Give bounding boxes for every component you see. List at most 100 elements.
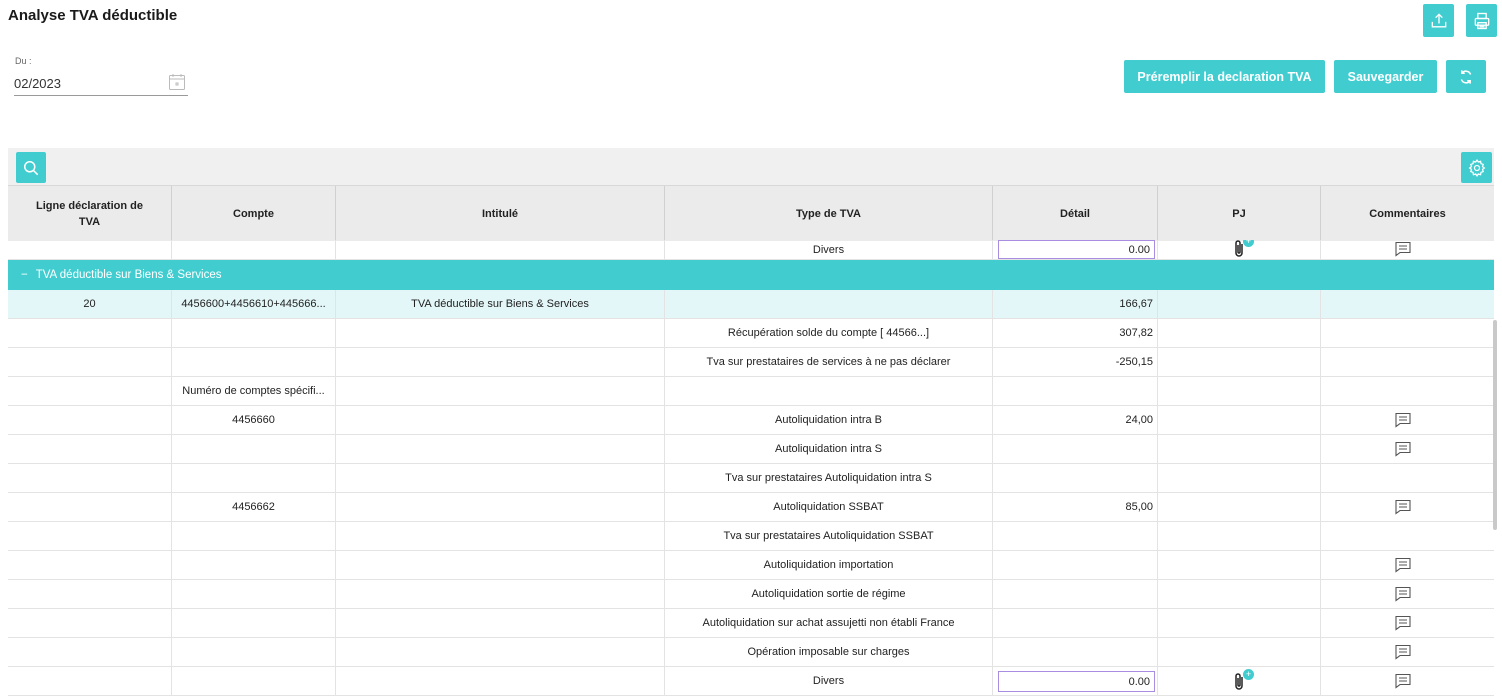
cell-ligne: [8, 435, 172, 463]
refresh-button[interactable]: [1446, 60, 1486, 93]
cell-ligne: [8, 580, 172, 608]
cell-detail: [993, 377, 1158, 405]
group-label: TVA déductible sur Biens & Services: [35, 269, 222, 281]
table-row[interactable]: 4456660 Autoliquidation intra B 24,00: [8, 406, 1494, 435]
cell-compte: [172, 522, 336, 550]
col-header-detail[interactable]: Détail: [993, 186, 1158, 241]
col-header-type[interactable]: Type de TVA: [665, 186, 993, 241]
table-row[interactable]: 4456662 Autoliquidation SSBAT 85,00: [8, 493, 1494, 522]
cell-detail: [993, 522, 1158, 550]
comment-icon[interactable]: [1394, 441, 1412, 457]
save-button[interactable]: Sauvegarder: [1334, 60, 1437, 93]
col-header-pj[interactable]: PJ: [1158, 186, 1321, 241]
comment-icon[interactable]: [1394, 644, 1412, 660]
cell-type: Autoliquidation intra S: [665, 435, 993, 463]
cell-intitule: [336, 348, 665, 376]
cell-compte: Numéro de comptes spécifi...: [172, 377, 336, 405]
cell-detail: [993, 609, 1158, 637]
col-header-intitule[interactable]: Intitulé: [336, 186, 665, 241]
print-button[interactable]: [1466, 4, 1497, 37]
table-row[interactable]: Autoliquidation intra S: [8, 435, 1494, 464]
detail-input[interactable]: 0.00: [998, 671, 1155, 692]
table-row[interactable]: Autoliquidation sur achat assujetti non …: [8, 609, 1494, 638]
table-row[interactable]: 20 4456600+4456610+445666... TVA déductibl…: [8, 290, 1494, 319]
cell-intitule: [336, 609, 665, 637]
cell-compte: [172, 551, 336, 579]
group-row[interactable]: − TVA déductible sur Biens & Services: [8, 260, 1494, 290]
cell-pj: [1158, 435, 1321, 463]
cell-intitule: [336, 493, 665, 521]
cell-pj: [1158, 319, 1321, 347]
cell-pj: [1158, 348, 1321, 376]
cell-intitule: [336, 406, 665, 434]
table-row[interactable]: Tva sur prestataires de services à ne pa…: [8, 348, 1494, 377]
table-row[interactable]: Divers 0.00 +: [8, 240, 1494, 260]
cell-compte: [172, 348, 336, 376]
vertical-scrollbar[interactable]: [1493, 320, 1497, 530]
table-row[interactable]: Récupération solde du compte [ 44566...]…: [8, 319, 1494, 348]
cell-pj: [1158, 551, 1321, 579]
cell-pj: [1158, 377, 1321, 405]
cell-ligne: [8, 638, 172, 666]
cell-compte: [172, 580, 336, 608]
export-button[interactable]: [1423, 4, 1454, 37]
cell-type: Autoliquidation sortie de régime: [665, 580, 993, 608]
cell-compte: 4456662: [172, 493, 336, 521]
page-title: Analyse TVA déductible: [8, 7, 178, 24]
cell-pj: [1158, 464, 1321, 492]
cell-pj: [1158, 406, 1321, 434]
cell-compte: [172, 319, 336, 347]
cell-pj: [1158, 580, 1321, 608]
cell-ligne: [8, 348, 172, 376]
cell-detail: [993, 551, 1158, 579]
cell-ligne: [8, 240, 172, 259]
cell-intitule: [336, 240, 665, 259]
cell-type: Divers: [665, 667, 993, 695]
comment-icon[interactable]: [1394, 412, 1412, 428]
cell-type: Récupération solde du compte [ 44566...]: [665, 319, 993, 347]
prefill-declaration-button[interactable]: Préremplir la declaration TVA: [1124, 60, 1325, 93]
comment-icon[interactable]: [1394, 499, 1412, 515]
table-toolbar: [8, 148, 1494, 185]
cell-type: Autoliquidation sur achat assujetti non …: [665, 609, 993, 637]
col-header-compte[interactable]: Compte: [172, 186, 336, 241]
col-header-commentaires[interactable]: Commentaires: [1321, 186, 1494, 241]
cell-detail: 307,82: [993, 319, 1158, 347]
detail-input[interactable]: 0.00: [998, 240, 1155, 259]
table-row[interactable]: Tva sur prestataires Autoliquidation SSB…: [8, 522, 1494, 551]
table-row[interactable]: Numéro de comptes spécifi...: [8, 377, 1494, 406]
calendar-icon[interactable]: [168, 73, 186, 91]
add-attachment-badge[interactable]: +: [1243, 669, 1254, 680]
table-row[interactable]: Tva sur prestataires Autoliquidation int…: [8, 464, 1494, 493]
cell-pj: [1158, 522, 1321, 550]
cell-pj: [1158, 493, 1321, 521]
comment-icon[interactable]: [1394, 586, 1412, 602]
table-header: Ligne déclaration de TVA Compte Intitulé…: [8, 185, 1494, 241]
table-row[interactable]: Autoliquidation sortie de régime: [8, 580, 1494, 609]
cell-ligne: [8, 464, 172, 492]
cell-detail: 166,67: [993, 290, 1158, 318]
group-toggle[interactable]: −: [21, 269, 28, 281]
col-header-ligne[interactable]: Ligne déclaration de TVA: [8, 186, 172, 241]
settings-button[interactable]: [1461, 152, 1492, 183]
table-row[interactable]: Opération imposable sur charges: [8, 638, 1494, 667]
cell-ligne: [8, 551, 172, 579]
comment-icon[interactable]: [1394, 557, 1412, 573]
date-field[interactable]: 02/2023: [14, 70, 188, 96]
cell-pj: [1158, 609, 1321, 637]
cell-type: Autoliquidation importation: [665, 551, 993, 579]
cell-commentaires: [1321, 290, 1494, 318]
cell-intitule: [336, 638, 665, 666]
cell-detail: [993, 435, 1158, 463]
table-row[interactable]: Autoliquidation importation: [8, 551, 1494, 580]
cell-detail: [993, 638, 1158, 666]
search-button[interactable]: [16, 152, 46, 183]
comment-icon[interactable]: [1394, 241, 1412, 257]
cell-intitule: [336, 522, 665, 550]
comment-icon[interactable]: [1394, 615, 1412, 631]
table-row[interactable]: Divers 0.00 +: [8, 667, 1494, 696]
comment-icon[interactable]: [1394, 673, 1412, 689]
upload-icon: [1431, 12, 1446, 27]
cell-type: Tva sur prestataires Autoliquidation SSB…: [665, 522, 993, 550]
cell-compte: [172, 638, 336, 666]
